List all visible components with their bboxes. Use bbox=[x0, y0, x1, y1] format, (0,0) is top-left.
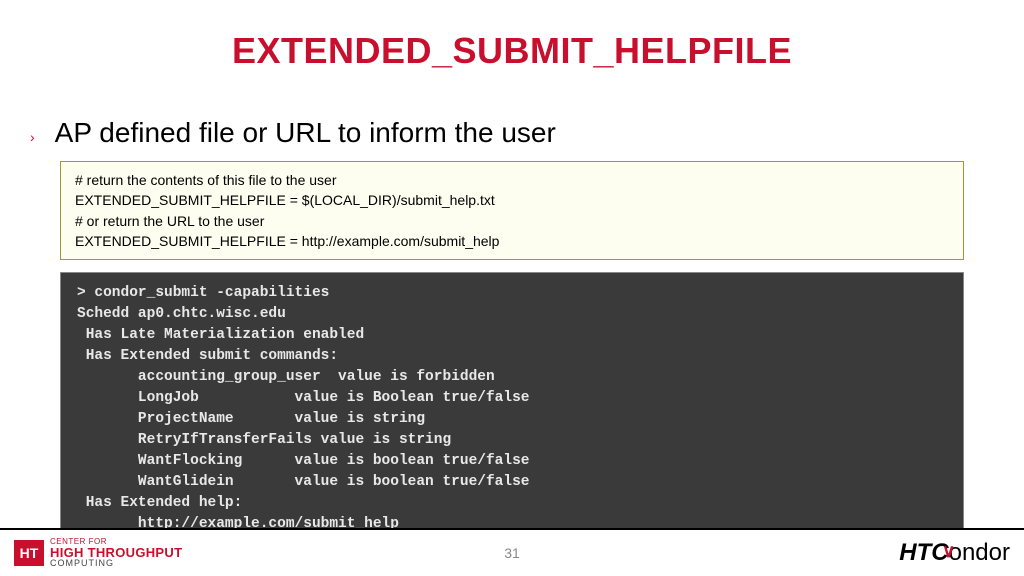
htcondor-logo: HTC∨ondor bbox=[899, 539, 1010, 567]
condor-rest-text: ondor bbox=[949, 539, 1010, 567]
chtc-text-block: CENTER FOR HIGH THROUGHPUT COMPUTING bbox=[50, 538, 182, 568]
footer-right-logo: HTC∨ondor bbox=[899, 539, 1010, 567]
config-line: # return the contents of this file to th… bbox=[75, 170, 949, 190]
terminal-line: RetryIfTransferFails value is string bbox=[77, 430, 947, 451]
page-number: 31 bbox=[504, 545, 520, 561]
bullet-marker-icon: › bbox=[30, 129, 35, 145]
condor-wing-icon: ∨ bbox=[942, 547, 955, 556]
slide-title: EXTENDED_SUBMIT_HELPFILE bbox=[60, 30, 964, 72]
terminal-line: ProjectName value is string bbox=[77, 409, 947, 430]
config-line: EXTENDED_SUBMIT_HELPFILE = http://exampl… bbox=[75, 231, 949, 251]
terminal-line: WantFlocking value is boolean true/false bbox=[77, 451, 947, 472]
ht-logo-icon: HT bbox=[14, 540, 44, 566]
bullet-row: › AP defined file or URL to inform the u… bbox=[60, 117, 964, 149]
config-line: EXTENDED_SUBMIT_HELPFILE = $(LOCAL_DIR)/… bbox=[75, 190, 949, 210]
terminal-line: > condor_submit -capabilities bbox=[77, 283, 947, 304]
terminal-output: > condor_submit -capabilities Schedd ap0… bbox=[60, 272, 964, 546]
terminal-line: Has Extended submit commands: bbox=[77, 346, 947, 367]
terminal-line: accounting_group_user value is forbidden bbox=[77, 367, 947, 388]
slide: EXTENDED_SUBMIT_HELPFILE › AP defined fi… bbox=[0, 0, 1024, 576]
config-line: # or return the URL to the user bbox=[75, 211, 949, 231]
footer: HT CENTER FOR HIGH THROUGHPUT COMPUTING … bbox=[0, 528, 1024, 576]
terminal-line: Schedd ap0.chtc.wisc.edu bbox=[77, 304, 947, 325]
terminal-line: Has Extended help: bbox=[77, 493, 947, 514]
config-box: # return the contents of this file to th… bbox=[60, 161, 964, 260]
bullet-text: AP defined file or URL to inform the use… bbox=[55, 117, 556, 149]
terminal-line: Has Late Materialization enabled bbox=[77, 325, 947, 346]
terminal-line: WantGlidein value is boolean true/false bbox=[77, 472, 947, 493]
footer-left-logo: HT CENTER FOR HIGH THROUGHPUT COMPUTING bbox=[14, 538, 182, 568]
terminal-line: LongJob value is Boolean true/false bbox=[77, 388, 947, 409]
chtc-line3: COMPUTING bbox=[50, 559, 182, 568]
